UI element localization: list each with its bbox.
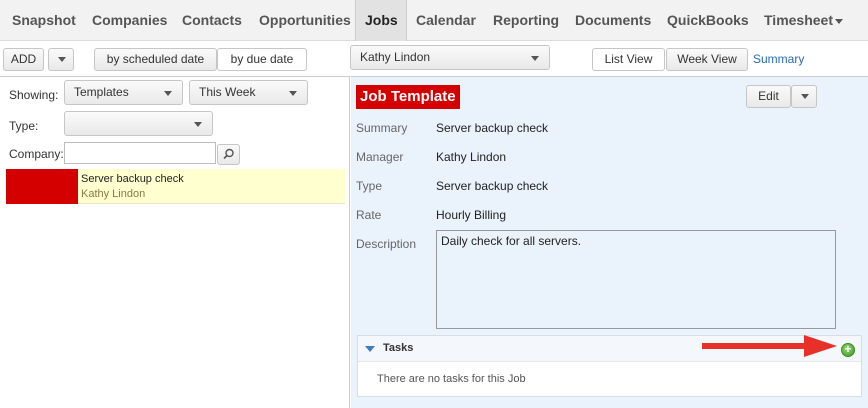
nav-timesheet[interactable]: Timesheet	[755, 0, 852, 41]
period-select-value: This Week	[199, 85, 256, 99]
type-field-value: Server backup check	[436, 179, 549, 193]
list-view-button[interactable]: List View	[592, 48, 665, 71]
nav-companies[interactable]: Companies	[83, 0, 176, 41]
add-dropdown-button[interactable]	[48, 48, 74, 71]
week-view-button[interactable]: Week View	[666, 48, 748, 71]
description-label: Description	[356, 237, 417, 251]
job-template-header: Job Template	[356, 85, 460, 109]
company-search-button[interactable]	[217, 144, 240, 165]
add-button[interactable]: ADD	[3, 48, 44, 71]
job-detail-panel: Job Template Edit Summary Server backup …	[351, 76, 868, 408]
tasks-title: Tasks	[383, 342, 414, 354]
chevron-down-icon	[801, 94, 809, 100]
nav-opportunities[interactable]: Opportunities	[250, 0, 360, 41]
job-row-manager: Kathy Lindon	[81, 188, 146, 200]
chevron-down-icon	[164, 91, 172, 96]
nav-timesheet-label: Timesheet	[764, 12, 833, 28]
type-select[interactable]	[64, 111, 213, 136]
user-select[interactable]: Kathy Lindon	[350, 45, 550, 70]
edit-dropdown-button[interactable]	[791, 85, 817, 108]
by-due-date-button[interactable]: by due date	[217, 48, 307, 71]
chevron-down-icon	[531, 56, 539, 61]
nav-contacts[interactable]: Contacts	[173, 0, 251, 41]
company-search-input[interactable]	[64, 142, 216, 164]
search-icon	[223, 148, 234, 160]
manager-label: Manager	[356, 150, 404, 164]
job-row-title: Server backup check	[81, 173, 184, 185]
description-textarea[interactable]: Daily check for all servers.	[436, 230, 836, 329]
job-list-panel: Showing: Templates This Week Type: Compa…	[0, 76, 350, 408]
showing-label: Showing:	[9, 88, 59, 102]
collapse-triangle-icon[interactable]	[365, 346, 375, 352]
summary-label: Summary	[356, 121, 408, 135]
summary-value: Server backup check	[436, 121, 549, 135]
chevron-down-icon	[289, 91, 297, 96]
rate-value: Hourly Billing	[436, 208, 507, 222]
user-select-value: Kathy Lindon	[360, 50, 431, 64]
nav-jobs[interactable]: Jobs	[355, 0, 407, 41]
tasks-empty-message: There are no tasks for this Job	[377, 373, 526, 385]
period-select[interactable]: This Week	[189, 80, 308, 105]
nav-snapshot[interactable]: Snapshot	[3, 0, 85, 41]
chevron-down-icon	[58, 57, 66, 63]
showing-select[interactable]: Templates	[64, 80, 183, 105]
edit-button[interactable]: Edit	[746, 85, 791, 108]
type-label: Type:	[9, 119, 39, 133]
annotation-arrow-icon	[702, 335, 837, 357]
type-field-label: Type	[356, 179, 383, 193]
nav-reporting[interactable]: Reporting	[484, 0, 568, 41]
by-scheduled-date-button[interactable]: by scheduled date	[94, 48, 217, 71]
job-list-row[interactable]: Server backup check Kathy Lindon	[6, 169, 345, 204]
rate-label: Rate	[356, 208, 382, 222]
nav-documents[interactable]: Documents	[566, 0, 660, 41]
chevron-down-icon	[194, 122, 202, 127]
job-color-swatch	[6, 169, 78, 204]
nav-quickbooks[interactable]: QuickBooks	[658, 0, 758, 41]
showing-select-value: Templates	[74, 85, 129, 99]
manager-value: Kathy Lindon	[436, 150, 507, 164]
company-label: Company:	[9, 147, 64, 161]
add-task-icon[interactable]: +	[841, 343, 855, 357]
nav-calendar[interactable]: Calendar	[407, 0, 485, 41]
top-nav: Snapshot Companies Contacts Opportunitie…	[0, 0, 868, 41]
chevron-down-icon	[835, 18, 843, 24]
summary-link[interactable]: Summary	[753, 52, 804, 66]
